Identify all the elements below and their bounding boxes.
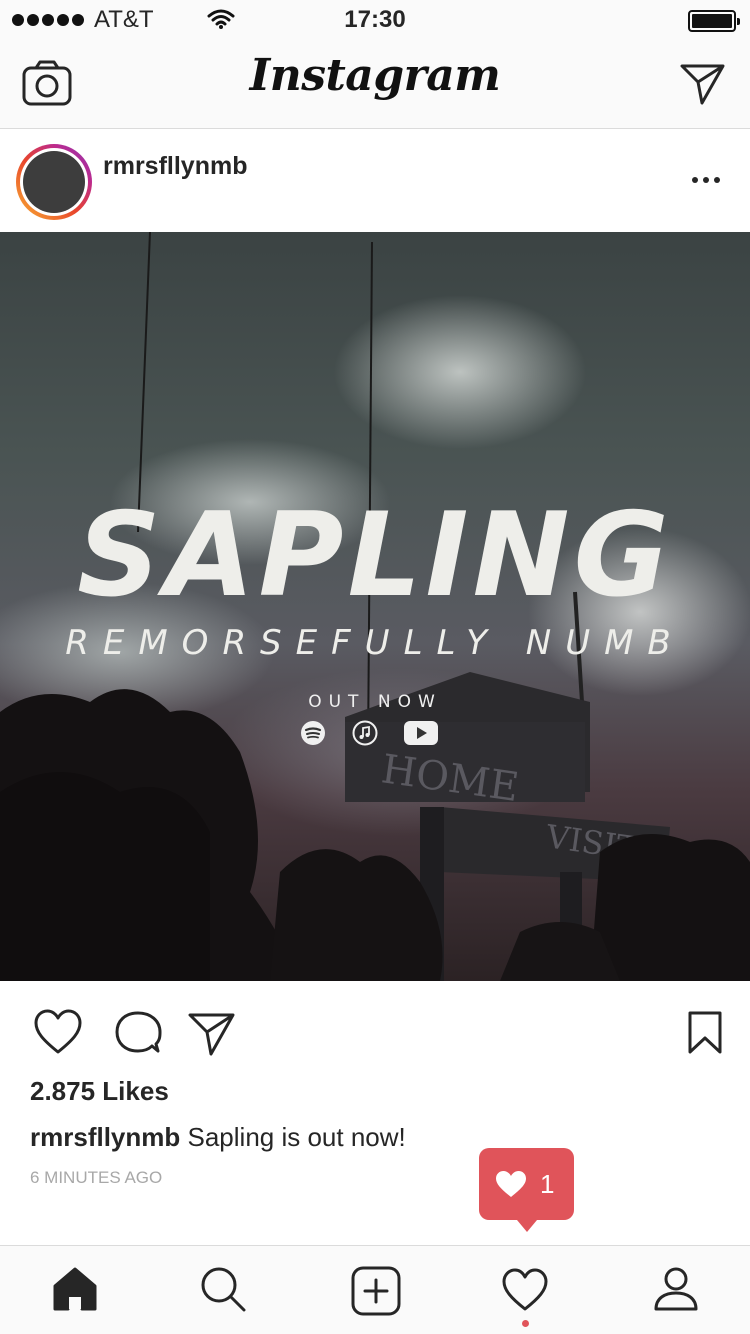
home-icon[interactable] [52,1266,98,1312]
notification-count: 1 [540,1169,555,1199]
share-paper-plane-icon[interactable] [188,1011,236,1057]
like-heart-icon[interactable] [33,1009,83,1055]
heart-icon [495,1170,527,1198]
post-header: rmrsfllynmb [0,129,750,232]
post-username[interactable]: rmrsfllynmb [103,152,247,181]
caption-username[interactable]: rmrsfllynmb [30,1122,180,1152]
likes-count[interactable]: 2.875 Likes [30,1076,169,1107]
avatar[interactable] [16,144,92,220]
bookmark-icon[interactable] [688,1011,722,1055]
out-now-label: OUT NOW [308,692,442,712]
comment-icon[interactable] [114,1009,162,1055]
post-image[interactable]: HOME VISITOR SAPLING REMORSEFULLY NUMB O… [0,232,750,981]
activity-heart-icon[interactable] [501,1268,549,1312]
search-icon[interactable] [200,1266,246,1312]
bottom-tab-bar [0,1245,750,1334]
profile-icon[interactable] [653,1266,699,1312]
top-nav-bar: Instagram [0,40,750,129]
like-notification-bubble[interactable]: 1 [479,1148,574,1232]
post-timestamp: 6 MINUTES AGO [30,1168,163,1187]
youtube-icon [404,721,438,745]
post-actions [0,981,750,1081]
more-options-icon[interactable] [692,177,720,183]
instagram-logo: Instagram [249,50,501,101]
band-name: REMORSEFULLY NUMB [65,623,685,663]
post-caption: rmrsfllynmb Sapling is out now! [30,1122,406,1153]
status-time: 17:30 [344,6,406,33]
spotify-icon [300,720,326,746]
battery-icon [688,10,740,32]
album-title: SAPLING [77,488,673,623]
status-bar: AT&T 17:30 [0,0,750,40]
add-post-icon[interactable] [351,1266,401,1316]
direct-message-icon[interactable] [680,62,726,106]
caption-text: Sapling is out now! [187,1122,406,1152]
apple-music-icon [352,720,378,746]
activity-indicator-dot [522,1320,529,1327]
stream-icons [300,720,438,746]
